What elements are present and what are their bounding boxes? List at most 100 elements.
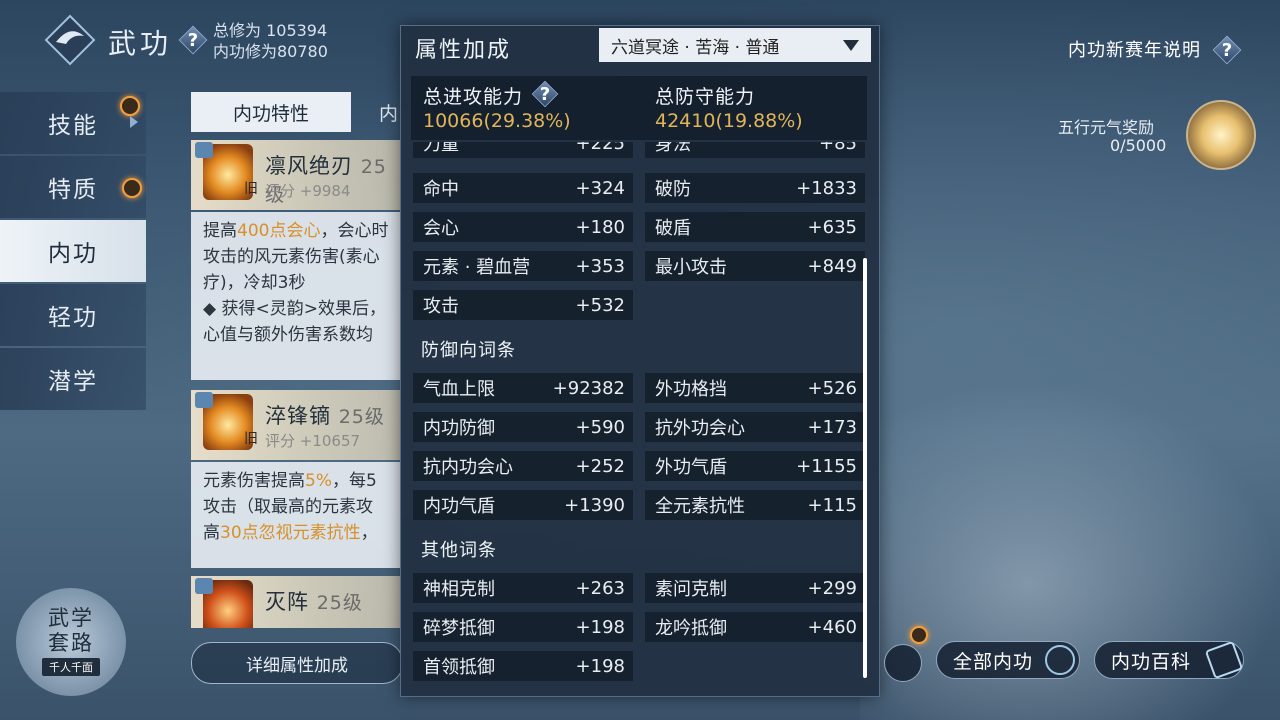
card-description: 提高400点会心，会心时 攻击的风元素伤害(素心 疗)，冷却3秒 ◆ 获得<灵韵…: [191, 212, 401, 380]
attribute-row: 元素 · 碧血营 +353: [413, 251, 633, 281]
attribute-row: 力量 +225: [413, 142, 633, 158]
wugong-logo-icon: [44, 14, 96, 66]
lock-icon: [195, 578, 213, 594]
lock-icon: [195, 392, 213, 408]
attribute-row: 内功防御 +590: [413, 412, 633, 442]
all-neigong-label: 全部内功: [953, 650, 1034, 673]
attribute-row: 攻击 +532: [413, 290, 633, 320]
attribute-scroll-area[interactable]: 力量 +225 身法 +85 命中 +324 破防 +1833 会心 +180 破盾 +63…: [411, 142, 865, 682]
scenario-dropdown[interactable]: 六道冥途 · 苦海 · 普通: [599, 28, 871, 62]
attribute-row: 神相克制 +263: [413, 573, 633, 603]
desc-line: 元素伤害提高5%，每5: [203, 471, 377, 491]
defense-label: 总防守能力: [655, 86, 756, 108]
card-title: 灭阵 25级: [265, 586, 363, 616]
old-tag: 旧: [244, 181, 258, 197]
meditation-reward-icon[interactable]: [1186, 100, 1256, 170]
attribute-row: 身法 +85: [645, 142, 865, 158]
attribute-row: 抗外功会心 +173: [645, 412, 865, 442]
tab-neigong-traits[interactable]: 内功特性: [191, 92, 351, 132]
nav-label: 特质: [48, 177, 98, 203]
martial-set-label: 武学 套路: [48, 606, 94, 655]
defense-section-title: 防御向词条: [421, 340, 516, 361]
martial-set-button[interactable]: 武学 套路 千人千面: [16, 588, 126, 696]
attribute-row: 外功气盾 +1155: [645, 451, 865, 481]
defense-value: 42410(19.88%): [655, 110, 803, 132]
nav-label: 内功: [48, 241, 98, 267]
nav-item-skills[interactable]: 技能: [0, 92, 146, 154]
card-name: 灭阵: [265, 590, 309, 614]
detail-attributes-button[interactable]: 详细属性加成: [191, 642, 403, 684]
attribute-row: 全元素抗性 +115: [645, 490, 865, 520]
neigong-card[interactable]: 灭阵 25级: [191, 576, 401, 628]
attribute-row: 外功格挡 +526: [645, 373, 865, 403]
attribute-row: 气血上限 +92382: [413, 373, 633, 403]
page-title: 武功: [108, 27, 173, 60]
card-score: 评分 +10657: [265, 432, 361, 450]
card-name: 淬锋镝: [265, 404, 331, 428]
attribute-row: 破盾 +635: [645, 212, 865, 242]
attribute-row: 碎梦抵御 +198: [413, 612, 633, 642]
desc-line: 高30点忽视元素抗性，: [203, 523, 378, 543]
total-summary: 总进攻能力 ? 10066(29.38%) 总防守能力 42410(19.88%…: [411, 76, 867, 140]
left-panel-tabs: 内功特性 内: [191, 92, 401, 132]
swirl-icon: [1045, 645, 1075, 675]
old-tag: 旧: [244, 431, 258, 447]
card-level: 25级: [338, 406, 385, 428]
neigong-list[interactable]: 旧 凛风绝刃 25级 评分 +9984 提高400点会心，会心时 攻击的风元素伤…: [191, 140, 401, 628]
nav-item-qianxue[interactable]: 潜学: [0, 348, 146, 410]
cultivation-info: 总修为 105394 内功修为80780: [213, 20, 328, 62]
caret-down-icon: [843, 40, 859, 51]
other-section-title: 其他词条: [421, 540, 497, 561]
attribute-row: 素问克制 +299: [645, 573, 865, 603]
neigong-encyclopedia-button[interactable]: 内功百科: [1094, 640, 1244, 680]
nav-item-neigong[interactable]: 内功: [0, 220, 146, 282]
attribute-bonus-popup: 属性加成 六道冥途 · 苦海 · 普通 总进攻能力 ? 10066(29.38%…: [400, 25, 880, 697]
all-neigong-button[interactable]: 全部内功: [936, 641, 1080, 679]
settings-circle-button[interactable]: [884, 644, 922, 682]
card-title: 淬锋镝 25级: [265, 400, 385, 430]
nav-label: 技能: [48, 113, 98, 139]
card-score: 评分 +9984: [265, 182, 351, 200]
nav-item-traits[interactable]: 特质: [0, 156, 146, 218]
attribute-row: 会心 +180: [413, 212, 633, 242]
attribute-row: 抗内功会心 +252: [413, 451, 633, 481]
attack-help-icon[interactable]: ?: [533, 82, 557, 106]
nav-item-qinggong[interactable]: 轻功: [0, 284, 146, 346]
attribute-row: 首领抵御 +198: [413, 651, 633, 681]
scrollbar[interactable]: [863, 258, 867, 678]
dropdown-value: 六道冥途 · 苦海 · 普通: [611, 37, 780, 58]
nav-label: 潜学: [48, 369, 98, 395]
nav-label: 轻功: [48, 305, 98, 331]
notification-dot-icon: [910, 626, 928, 644]
arrow-right-icon: [130, 116, 138, 128]
desc-line: 提高400点会心，会心时: [203, 221, 389, 241]
notification-dot-icon: [122, 178, 142, 198]
wuxing-reward-count: 0/5000: [1110, 136, 1167, 155]
desc-line: 攻击（取最高的元素攻: [203, 497, 373, 517]
attack-label: 总进攻能力: [423, 86, 524, 108]
attribute-row: 内功气盾 +1390: [413, 490, 633, 520]
martial-set-sub: 千人千面: [42, 658, 100, 676]
desc-line: 疗)，冷却3秒: [203, 273, 306, 293]
attack-value: 10066(29.38%): [423, 110, 571, 132]
attribute-row: 命中 +324: [413, 173, 633, 203]
attribute-row: 最小攻击 +849: [645, 251, 865, 281]
attribute-row: 破防 +1833: [645, 173, 865, 203]
neigong-cultivation: 内功修为80780: [213, 42, 328, 61]
notification-dot-icon: [120, 96, 140, 116]
wuxing-reward-label: 五行元气奖励: [1058, 118, 1155, 137]
encyclopedia-label: 内功百科: [1111, 650, 1192, 673]
season-help-icon[interactable]: ?: [1214, 37, 1240, 63]
popup-title: 属性加成: [415, 38, 512, 63]
neigong-card[interactable]: 旧 凛风绝刃 25级 评分 +9984: [191, 140, 401, 210]
neigong-card[interactable]: 旧 淬锋镝 25级 评分 +10657: [191, 390, 401, 460]
cultivation-help-icon[interactable]: ?: [180, 27, 206, 53]
book-icon: [1204, 640, 1244, 680]
lock-icon: [195, 142, 213, 158]
card-description: 元素伤害提高5%，每5 攻击（取最高的元素攻 高30点忽视元素抗性，: [191, 462, 401, 568]
season-info-label[interactable]: 内功新赛年说明: [1068, 36, 1201, 62]
card-level: 25级: [316, 592, 363, 614]
card-name: 凛风绝刃: [265, 154, 353, 178]
desc-line: 攻击的风元素伤害(素心: [203, 247, 380, 267]
desc-line: 心值与额外伤害系数均: [203, 325, 373, 345]
